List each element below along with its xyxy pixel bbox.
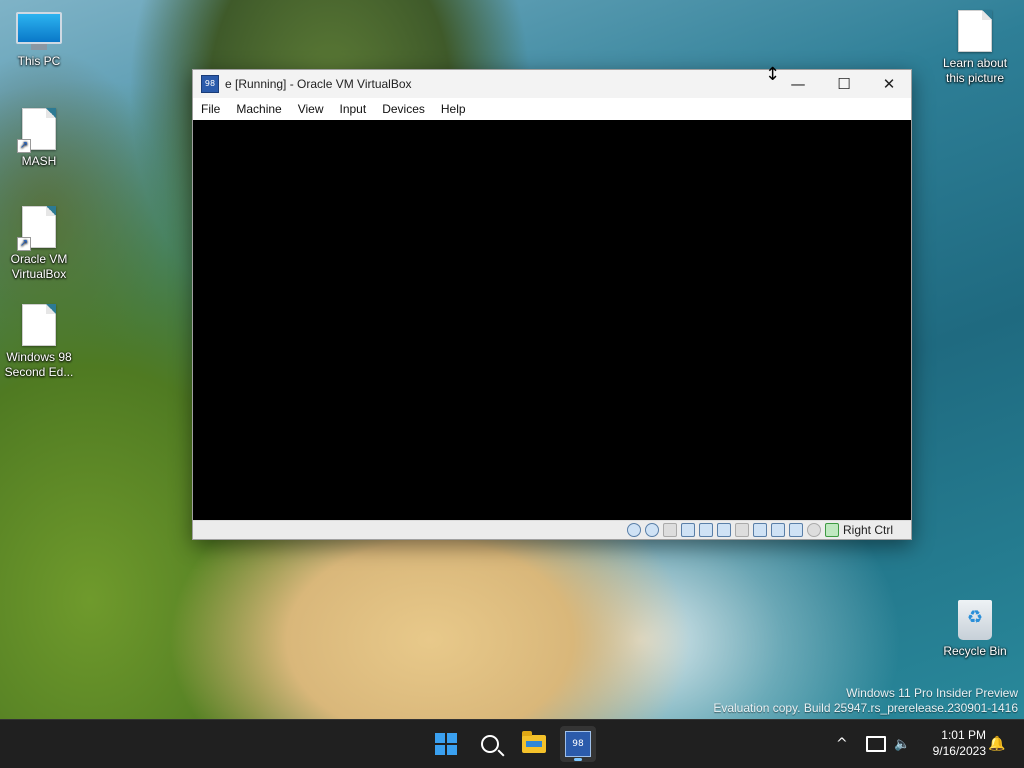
folder-icon (522, 731, 546, 753)
windows-watermark: Windows 11 Pro Insider Preview Evaluatio… (713, 686, 1018, 716)
virtualbox-icon: 98 (565, 731, 591, 757)
file-explorer-button[interactable] (516, 726, 552, 762)
network-tray-icon[interactable] (866, 720, 886, 768)
taskbar: 98 ^ 🔈 1:01 PM 9/16/2023 🔔 (0, 719, 1024, 768)
hard-disk-icon[interactable] (626, 523, 641, 537)
usb-icon[interactable] (716, 523, 731, 537)
close-button[interactable]: ✕ (866, 70, 912, 98)
file-icon (958, 10, 992, 52)
menu-devices[interactable]: Devices (374, 98, 433, 120)
file-icon: ↗ (17, 108, 56, 153)
close-icon: ✕ (882, 75, 896, 93)
vrde-icon[interactable] (788, 523, 803, 537)
desktop-icon-label: Recycle Bin (943, 644, 1007, 658)
file-icon: ↗ (17, 206, 56, 251)
menu-machine[interactable]: Machine (228, 98, 289, 120)
minimize-icon: — (790, 75, 806, 93)
search-icon (481, 735, 499, 753)
desktop-icon-label: Learn about (942, 56, 1008, 70)
virtualbox-app-icon: 98 (201, 75, 219, 93)
recycle-bin-icon: ♻ (958, 600, 992, 640)
desktop-icon-label: Windows 98 (6, 350, 72, 364)
network-icon (866, 736, 886, 752)
display-icon[interactable] (752, 523, 767, 537)
maximize-button[interactable]: ☐ (821, 70, 867, 98)
shortcut-arrow-icon: ↗ (17, 237, 31, 251)
desktop-icon-learn-about-picture[interactable]: Learn about this picture (937, 10, 1013, 86)
minimize-button[interactable]: — (775, 70, 821, 98)
optical-drive-icon[interactable] (644, 523, 659, 537)
watermark-line: Windows 11 Pro Insider Preview (846, 686, 1018, 700)
chevron-up-icon: ^ (836, 736, 848, 752)
floppy-icon[interactable] (662, 523, 677, 537)
windows-logo-icon (435, 733, 457, 755)
shared-folders-icon[interactable] (734, 523, 749, 537)
mouse-integration-icon[interactable] (824, 523, 839, 537)
host-key-label: Right Ctrl (842, 523, 893, 537)
clock-date: 9/16/2023 (932, 744, 986, 758)
volume-muted-icon: 🔈 (894, 736, 911, 752)
start-button[interactable] (428, 726, 464, 762)
desktop-icon-label: this picture (945, 71, 1005, 85)
cpu-icon[interactable] (806, 523, 821, 537)
watermark-line: Evaluation copy. Build 25947.rs_prerelea… (713, 701, 1018, 715)
tray-overflow-button[interactable]: ^ (836, 720, 848, 768)
menu-bar: File Machine View Input Devices Help (193, 98, 911, 120)
volume-tray-icon[interactable]: 🔈 (894, 720, 910, 768)
desktop-icon-label: VirtualBox (11, 267, 67, 281)
vm-display[interactable] (193, 120, 911, 520)
menu-file[interactable]: File (193, 98, 228, 120)
window-title: e [Running] - Oracle VM VirtualBox (225, 77, 412, 91)
network-icon[interactable] (698, 523, 713, 537)
audio-icon[interactable] (680, 523, 695, 537)
search-button[interactable] (472, 726, 508, 762)
clock[interactable]: 1:01 PM 9/16/2023 (933, 727, 986, 759)
clock-time: 1:01 PM (941, 728, 986, 742)
desktop-icon-recycle-bin[interactable]: ♻ Recycle Bin (937, 600, 1013, 659)
desktop-icon-label: This PC (17, 54, 61, 68)
this-pc-icon (1, 12, 77, 50)
notifications-button[interactable]: 🔔 (988, 720, 1005, 768)
desktop-icon-mash[interactable]: ↗ MASH (1, 108, 77, 169)
window-titlebar[interactable]: 98 e [Running] - Oracle VM VirtualBox ↕ … (193, 64, 912, 98)
menu-view[interactable]: View (290, 98, 332, 120)
recording-icon[interactable] (770, 523, 785, 537)
desktop-icon-label: MASH (21, 154, 57, 168)
desktop-icon-label: Second Ed... (4, 365, 74, 379)
menu-input[interactable]: Input (332, 98, 375, 120)
status-bar: Right Ctrl (193, 520, 911, 539)
file-icon (22, 304, 56, 346)
bell-icon: 🔔 (988, 736, 1006, 752)
desktop-icon-oracle-vm-virtualbox[interactable]: ↗ Oracle VM VirtualBox (1, 206, 77, 282)
menu-help[interactable]: Help (433, 98, 474, 120)
desktop-icon-windows-98[interactable]: Windows 98 Second Ed... (1, 304, 77, 380)
shortcut-arrow-icon: ↗ (17, 139, 31, 153)
virtualbox-window[interactable]: 98 e [Running] - Oracle VM VirtualBox ↕ … (192, 64, 912, 540)
desktop-icon-this-pc[interactable]: This PC (1, 12, 77, 69)
maximize-icon: ☐ (837, 75, 851, 93)
desktop-icon-label: Oracle VM (10, 252, 68, 266)
virtualbox-taskbar-button[interactable]: 98 (560, 726, 596, 762)
